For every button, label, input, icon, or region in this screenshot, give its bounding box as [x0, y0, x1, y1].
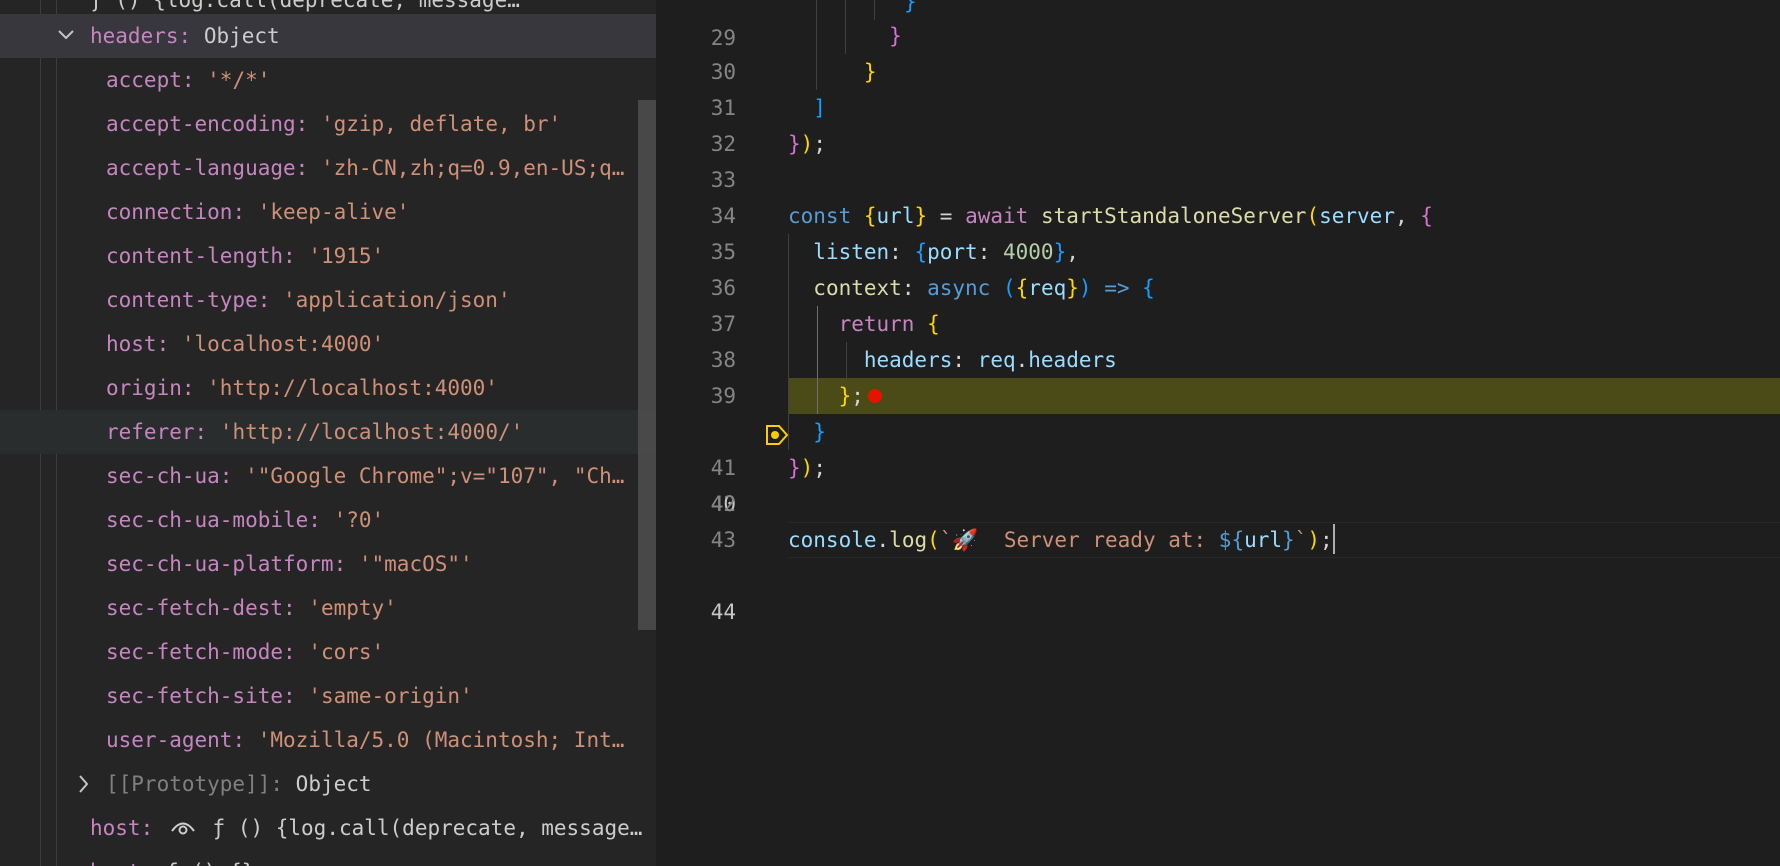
- variable-row-host[interactable]: host: 'localhost:4000': [0, 322, 656, 366]
- variable-row-accept[interactable]: accept: '*/*': [0, 58, 656, 102]
- code-line: 37 context: async ({req}) => {: [656, 270, 1780, 336]
- variable-row-sec-fetch-site[interactable]: sec-fetch-site: 'same-origin': [0, 674, 656, 718]
- code-line: 38 return {: [656, 306, 1780, 372]
- variable-name: accept: [106, 68, 182, 92]
- eye-icon[interactable]: [170, 807, 196, 850]
- variable-row-sec-fetch-mode[interactable]: sec-fetch-mode: 'cors': [0, 630, 656, 674]
- chevron-right-icon[interactable]: [74, 762, 94, 806]
- variable-row-prototype[interactable]: [[Prototype]]: Object: [0, 762, 656, 806]
- code-line: 30 }: [656, 18, 1780, 84]
- variable-value: 'cors': [308, 640, 385, 664]
- variable-name: origin: [106, 376, 182, 400]
- variable-row-sec-ch-ua[interactable]: sec-ch-ua: '"Google Chrome";v="107", "Ch…: [0, 454, 656, 498]
- variable-row-referer[interactable]: referer: 'http://localhost:4000/': [0, 410, 656, 454]
- variable-row-headers[interactable]: headers: Object: [0, 14, 656, 58]
- variable-value: '"macOS"': [358, 552, 473, 576]
- variable-name: accept-encoding: [106, 112, 296, 136]
- variable-name: sec-fetch-mode: [106, 640, 284, 664]
- variable-name: connection: [106, 200, 233, 224]
- variable-type: Object: [203, 24, 280, 48]
- variable-value: '?0': [333, 508, 385, 532]
- variable-name: sec-fetch-site: [106, 684, 284, 708]
- debug-stopped-icon[interactable]: [664, 385, 789, 445]
- variable-value: 'zh-CN,zh;q=0.9,en-US;q…: [320, 156, 625, 180]
- variable-name: content-type: [106, 288, 258, 312]
- variable-name: user-agent: [106, 728, 233, 752]
- variable-row-content-length[interactable]: content-length: '1915': [0, 234, 656, 278]
- variable-name: referer: [106, 420, 195, 444]
- variable-name: host: [90, 816, 141, 840]
- variable-name: sec-fetch-dest: [106, 596, 284, 620]
- vertical-scrollbar[interactable]: [638, 100, 656, 630]
- line-number: 44: [710, 600, 736, 624]
- variable-row-user-agent[interactable]: user-agent: 'Mozilla/5.0 (Macintosh; Int…: [0, 718, 656, 762]
- variable-row-accept-language[interactable]: accept-language: 'zh-CN,zh;q=0.9,en-US;q…: [0, 146, 656, 190]
- variable-row-origin[interactable]: origin: 'http://localhost:4000': [0, 366, 656, 410]
- variable-row-sec-ch-ua-platform[interactable]: sec-ch-ua-platform: '"macOS"': [0, 542, 656, 586]
- code-line: 42 });: [656, 450, 1780, 516]
- prototype-label: [[Prototype]]: [106, 772, 271, 796]
- code-editor[interactable]: 29 } 30 } 31 } 32 ] 33 }); 34 35 const {…: [656, 0, 1780, 866]
- variable-row-host-getter[interactable]: host: ƒ () {log.call(deprecate, message…: [0, 806, 656, 850]
- variable-name: sec-ch-ua: [106, 464, 220, 488]
- variable-value: '1915': [308, 244, 385, 268]
- variable-value: 'same-origin': [308, 684, 473, 708]
- code-line: 36 listen: {port: 4000},: [656, 234, 1780, 300]
- variable-row-partial[interactable]: host: ƒ () {}: [0, 850, 656, 866]
- variable-value: '*/*': [207, 68, 271, 92]
- variable-value: '"Google Chrome";v="107", "Ch…: [245, 464, 625, 488]
- code-line: 31 }: [656, 54, 1780, 120]
- code-line: 35 const {url} = await startStandaloneSe…: [656, 198, 1780, 264]
- variable-value: 'Mozilla/5.0 (Macintosh; Int…: [257, 728, 625, 752]
- code-line-current: 44 console.log(`🚀 Server ready at: ${url…: [656, 522, 1780, 624]
- code-line: 34: [656, 162, 1780, 228]
- variables-panel: ƒ () {log.call(deprecate, message… heade…: [0, 0, 656, 866]
- variable-name: sec-ch-ua-platform: [106, 552, 334, 576]
- code-line-paused: 40 };: [656, 378, 1780, 516]
- getter-value: ƒ () {log.call(deprecate, message…: [212, 816, 643, 840]
- variable-name: host: [106, 332, 157, 356]
- text-cursor: [1332, 524, 1335, 554]
- rocket-emoji-icon: 🚀: [952, 528, 979, 552]
- code-line: 43: [656, 486, 1780, 552]
- code-line: 33 });: [656, 126, 1780, 192]
- chevron-down-icon[interactable]: [56, 14, 76, 58]
- vscode-debug-window: ƒ () {log.call(deprecate, message… heade…: [0, 0, 1780, 866]
- variable-value: 'keep-alive': [257, 200, 410, 224]
- variable-value: 'localhost:4000': [181, 332, 385, 356]
- variable-row-sec-fetch-dest[interactable]: sec-fetch-dest: 'empty': [0, 586, 656, 630]
- variable-row-accept-encoding[interactable]: accept-encoding: 'gzip, deflate, br': [0, 102, 656, 146]
- code-line: 41 }: [656, 414, 1780, 480]
- variable-name: content-length: [106, 244, 284, 268]
- variable-row-content-type[interactable]: content-type: 'application/json': [0, 278, 656, 322]
- code-line: 32 ]: [656, 90, 1780, 156]
- paused-line-highlight: [788, 378, 1780, 414]
- variable-row-sec-ch-ua-mobile[interactable]: sec-ch-ua-mobile: '?0': [0, 498, 656, 542]
- code-line: 29 }: [656, 0, 1780, 50]
- variable-row-connection[interactable]: connection: 'keep-alive': [0, 190, 656, 234]
- variable-value: 'application/json': [283, 288, 511, 312]
- variable-value: 'empty': [308, 596, 397, 620]
- breakpoint-icon[interactable]: [867, 388, 882, 403]
- variable-name: headers: [90, 24, 179, 48]
- variable-value: 'gzip, deflate, br': [320, 112, 562, 136]
- variable-value: 'http://localhost:4000/': [219, 420, 524, 444]
- prototype-type: Object: [295, 772, 372, 796]
- variable-name: accept-language: [106, 156, 296, 180]
- variable-name: sec-ch-ua-mobile: [106, 508, 309, 532]
- variable-value: 'http://localhost:4000': [207, 376, 498, 400]
- code-line: 39 headers: req.headers: [656, 342, 1780, 408]
